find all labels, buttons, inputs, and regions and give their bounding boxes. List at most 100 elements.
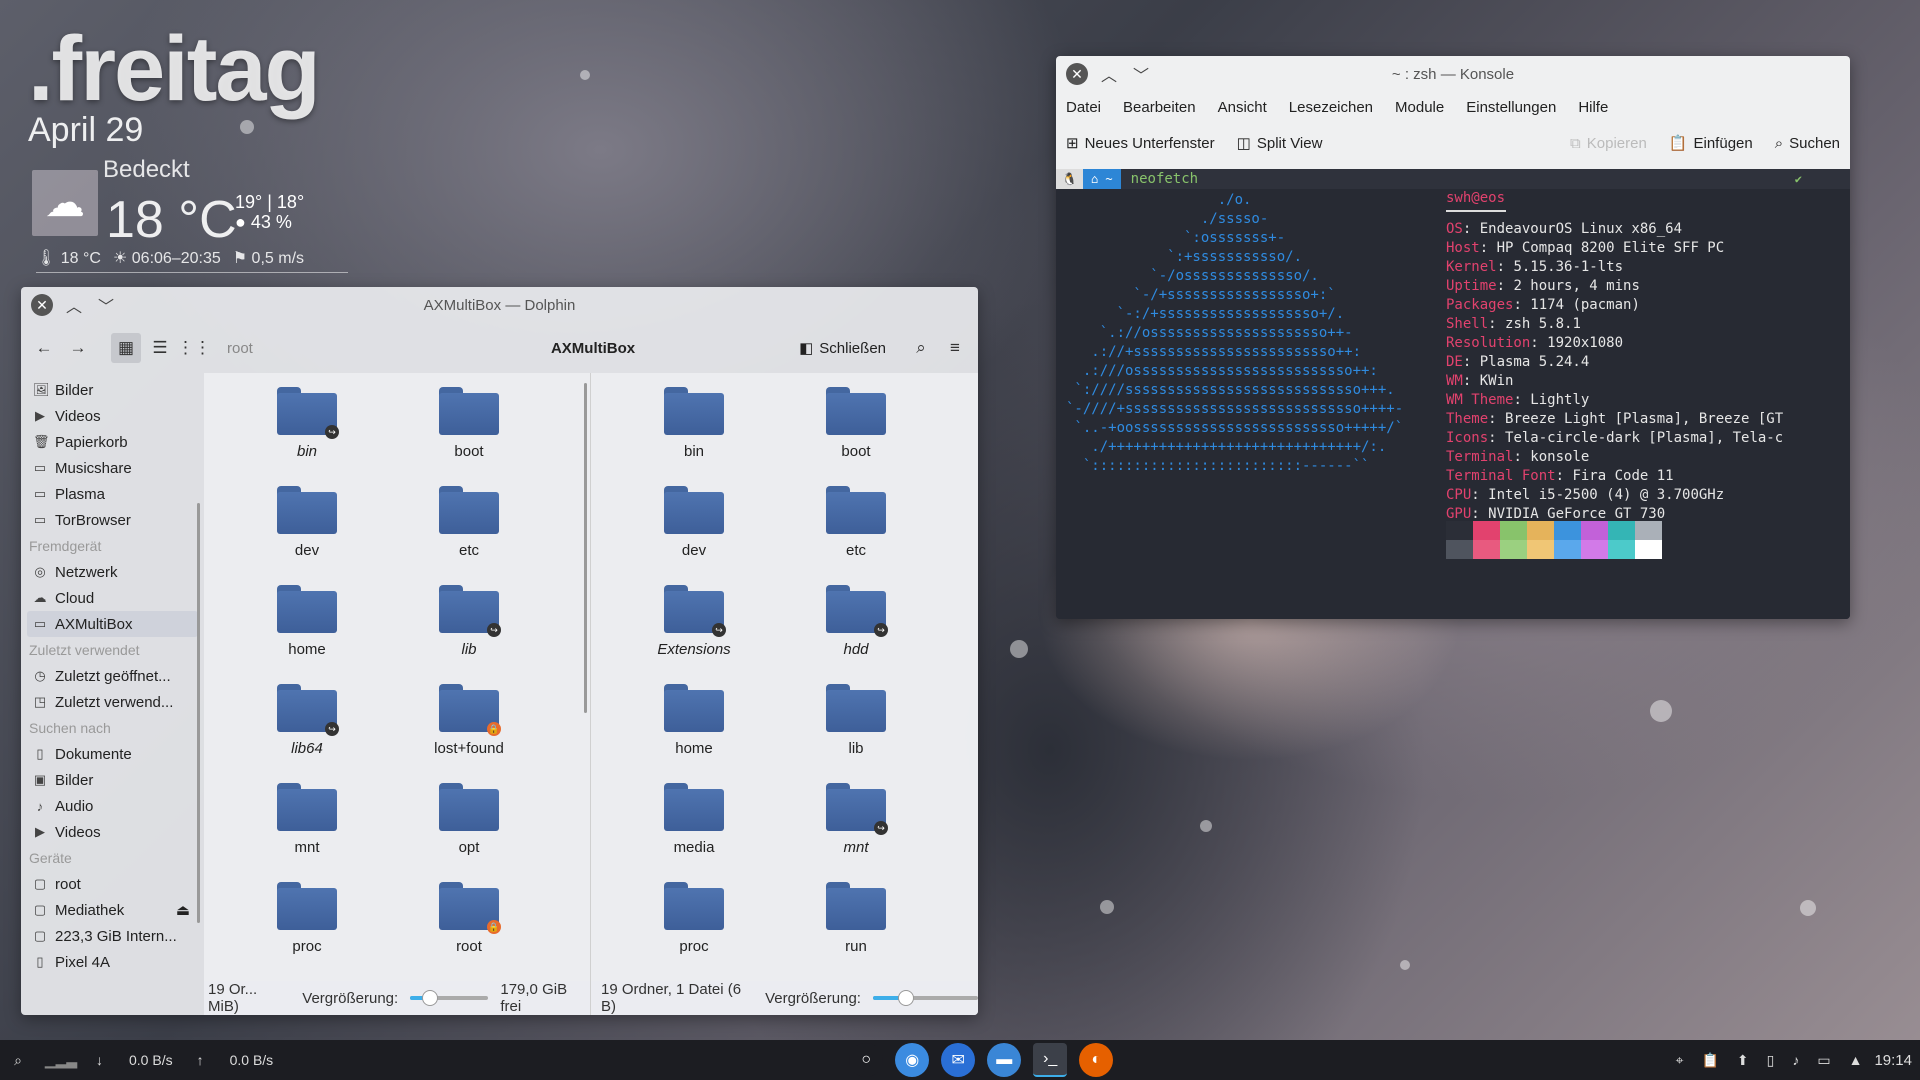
sidebar-item[interactable]: ▭ Musicshare [21, 455, 204, 481]
folder-item[interactable]: 🔒 lost+found [388, 684, 550, 765]
expand-icon[interactable]: ▲ [1849, 1052, 1863, 1068]
folder-item[interactable]: dev [226, 486, 388, 567]
clock[interactable]: 19:14 [1874, 1052, 1912, 1069]
file-pane-left[interactable]: ↪ bin boot dev etc home ↪ lib ↪ lib64 🔒 lost+found m… [204, 373, 590, 1015]
konsole-icon[interactable]: ›_ [1033, 1043, 1068, 1077]
copy-button[interactable]: ⧉ Kopieren [1570, 135, 1647, 152]
info-colon: : [1555, 468, 1573, 484]
sidebar-item[interactable]: ◎ Netzwerk [21, 559, 204, 585]
sidebar-item[interactable]: ▢ Mediathek ⏏ [21, 897, 204, 923]
menu-item[interactable]: Lesezeichen [1289, 99, 1373, 116]
chevron-down-icon[interactable]: ﹀ [1130, 63, 1152, 85]
close-split-button[interactable]: ◧ Schließen [799, 339, 886, 358]
zoom-slider[interactable] [872, 990, 978, 1006]
sidebar-item[interactable]: 🖼 Bilder [21, 377, 204, 403]
file-pane-right[interactable]: bin boot dev etc ↪ Extensions ↪ hdd home lib media… [590, 373, 978, 1015]
sidebar-item[interactable]: ▭ Plasma [21, 481, 204, 507]
scrollbar[interactable] [584, 383, 587, 713]
menu-item[interactable]: Module [1395, 99, 1444, 116]
menu-item[interactable]: Hilfe [1578, 99, 1608, 116]
search-icon[interactable]: ⌕ [0, 1052, 36, 1069]
folder-item[interactable]: proc [226, 882, 388, 963]
folder-item[interactable]: home [226, 585, 388, 666]
folder-item[interactable]: ↪ hdd [775, 585, 937, 666]
folder-item[interactable]: boot [775, 387, 937, 468]
back-icon[interactable]: ← [29, 333, 59, 363]
zoom-label: Vergrößerung: [302, 989, 399, 1007]
chevron-down-icon[interactable]: ﹀ [95, 294, 117, 316]
sidebar-item[interactable]: ▭ TorBrowser [21, 507, 204, 533]
sidebar-item[interactable]: ♪ Audio [21, 793, 204, 819]
folder-item[interactable]: ↪ mnt [775, 783, 937, 864]
hamburger-menu-icon[interactable]: ≡ [940, 333, 970, 363]
dolphin-titlebar[interactable]: ✕ ︿ ﹀ AXMultiBox — Dolphin [21, 287, 978, 323]
folder-item[interactable]: boot [388, 387, 550, 468]
sidebar-item[interactable]: ▢ root [21, 871, 204, 897]
sidebar-item[interactable]: ▭ AXMultiBox [27, 611, 198, 637]
location-label[interactable]: AXMultiBox [391, 340, 795, 357]
terminal-area[interactable]: 🐧 ⌂ ~ neofetch ✔ ./o. ./sssso- `:ossssss… [1056, 169, 1850, 619]
sidebar-item[interactable]: ▶ Videos [21, 403, 204, 429]
folder-item[interactable]: mnt [226, 783, 388, 864]
clipboard-icon[interactable]: 📋 [1701, 1052, 1718, 1069]
zoom-slider[interactable] [410, 990, 489, 1006]
scrollbar[interactable] [197, 503, 200, 923]
sidebar-item[interactable]: ◳ Zuletzt verwend... [21, 689, 204, 715]
compact-view-icon[interactable]: ⋮⋮ [177, 333, 211, 363]
split-view-button[interactable]: ◫ Split View [1237, 134, 1323, 153]
close-icon[interactable]: ✕ [1066, 63, 1088, 85]
search-button[interactable]: ⌕ Suchen [1775, 135, 1840, 152]
dolphin-icon[interactable]: ▬ [987, 1043, 1022, 1077]
folder-item[interactable]: dev [613, 486, 775, 567]
folder-item[interactable]: ↪ lib64 [226, 684, 388, 765]
close-icon[interactable]: ✕ [31, 294, 53, 316]
discover-icon[interactable]: ◉ [895, 1043, 930, 1077]
sidebar-item[interactable]: ▶ Videos [21, 819, 204, 845]
chevron-up-icon[interactable]: ︿ [1098, 63, 1120, 85]
firefox-icon[interactable]: ◐ [1079, 1043, 1114, 1077]
eject-icon[interactable]: ⏏ [176, 901, 190, 919]
battery-icon[interactable]: ▯ [1767, 1052, 1775, 1069]
folder-item[interactable]: 🔒 root [388, 882, 550, 963]
folder-item[interactable]: home [613, 684, 775, 765]
display-icon[interactable]: ▭ [1817, 1052, 1830, 1069]
info-value: konsole [1530, 449, 1590, 465]
sidebar-item[interactable]: ▢ 223,3 GiB Intern... [21, 923, 204, 949]
sidebar-item[interactable]: ▯ Dokumente [21, 741, 204, 767]
sidebar-item-label: 223,3 GiB Intern... [55, 927, 177, 945]
menu-item[interactable]: Datei [1066, 99, 1101, 116]
menu-item[interactable]: Ansicht [1218, 99, 1267, 116]
chevron-up-icon[interactable]: ︿ [63, 294, 85, 316]
menu-item[interactable]: Einstellungen [1466, 99, 1556, 116]
updates-icon[interactable]: ⬆ [1737, 1052, 1749, 1069]
sidebar-item[interactable]: 🗑 Papierkorb [21, 429, 204, 455]
sidebar-item[interactable]: ▣ Bilder [21, 767, 204, 793]
location-icon[interactable]: ⌖ [1676, 1052, 1684, 1069]
sidebar-item[interactable]: ▯ Pixel 4A [21, 949, 204, 975]
folder-item[interactable]: ↪ bin [226, 387, 388, 468]
sidebar-item[interactable]: ◷ Zuletzt geöffnet... [21, 663, 204, 689]
details-view-icon[interactable]: ☰ [145, 333, 175, 363]
info-value: NVIDIA GeForce GT 730 [1488, 506, 1666, 522]
circle-icon[interactable]: ○ [849, 1043, 884, 1077]
search-icon[interactable]: ⌕ [906, 333, 936, 363]
folder-item[interactable]: etc [775, 486, 937, 567]
menu-item[interactable]: Bearbeiten [1123, 99, 1196, 116]
sidebar-item[interactable]: ☁ Cloud [21, 585, 204, 611]
folder-item[interactable]: run [775, 882, 937, 963]
paste-button[interactable]: 📋 Einfügen [1669, 134, 1753, 153]
folder-item[interactable]: ↪ Extensions [613, 585, 775, 666]
volume-icon[interactable]: ♪ [1792, 1052, 1799, 1068]
folder-item[interactable]: etc [388, 486, 550, 567]
thunderbird-icon[interactable]: ✉ [941, 1043, 976, 1077]
forward-icon[interactable]: → [63, 333, 93, 363]
icon-view-icon[interactable]: ▦ [111, 333, 141, 363]
folder-item[interactable]: proc [613, 882, 775, 963]
folder-item[interactable]: ↪ lib [388, 585, 550, 666]
new-tab-button[interactable]: ⊞ Neues Unterfenster [1066, 134, 1215, 153]
konsole-titlebar[interactable]: ✕ ︿ ﹀ ~ : zsh — Konsole [1056, 56, 1850, 92]
folder-item[interactable]: lib [775, 684, 937, 765]
folder-item[interactable]: bin [613, 387, 775, 468]
folder-item[interactable]: media [613, 783, 775, 864]
folder-item[interactable]: opt [388, 783, 550, 864]
